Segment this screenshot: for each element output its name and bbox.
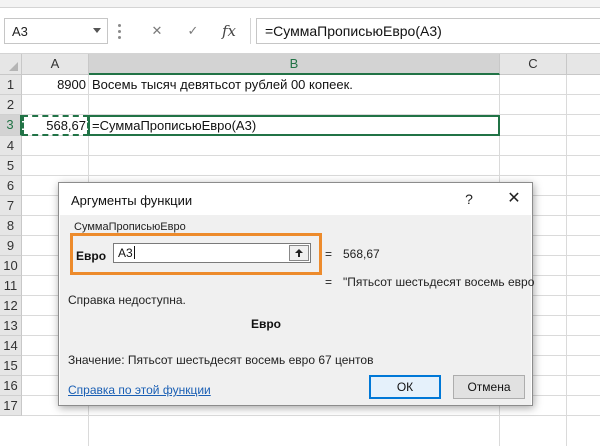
formula-value: Значение: Пятьсот шестьдесят восемь евро… xyxy=(68,353,374,367)
gridline xyxy=(22,155,600,156)
formula-input[interactable]: =СуммаПрописьюЕвро(A3) xyxy=(256,18,600,44)
cell-b1[interactable]: Восемь тысяч девятьсот рублей 00 копеек. xyxy=(89,75,499,95)
row-header[interactable]: 5 xyxy=(0,156,22,176)
gridline xyxy=(566,75,567,446)
select-all-button[interactable] xyxy=(0,54,22,75)
dialog-body: СуммаПрописьюЕвро Евро A3 = 568,67 = "Пя… xyxy=(60,215,535,405)
insert-function-button[interactable]: fx xyxy=(214,18,244,44)
formula-bar: A3 ✕ ✓ fx =СуммаПрописьюЕвро(A3) xyxy=(0,8,600,54)
row-header[interactable]: 15 xyxy=(0,356,22,376)
divider xyxy=(250,18,251,44)
gridline xyxy=(22,415,600,416)
row-header[interactable]: 6 xyxy=(0,176,22,196)
enter-formula-button[interactable]: ✓ xyxy=(178,18,208,44)
column-header-d[interactable] xyxy=(567,54,600,75)
row-header[interactable]: 16 xyxy=(0,376,22,396)
ribbon-strip xyxy=(0,0,600,8)
copy-marquee xyxy=(22,115,89,136)
dialog-title: Аргументы функции xyxy=(71,193,193,208)
function-arguments-dialog: Аргументы функции ? ✕ СуммаПрописьюЕвро … xyxy=(58,182,535,406)
help-unavailable-text: Справка недоступна. xyxy=(68,293,186,307)
cancel-button[interactable]: Отмена xyxy=(453,375,525,399)
fx-icon: fx xyxy=(221,22,236,40)
column-header-a[interactable]: A xyxy=(22,54,89,75)
name-box[interactable]: A3 xyxy=(4,18,108,44)
row-header[interactable]: 1 xyxy=(0,75,22,95)
close-icon[interactable]: ✕ xyxy=(503,189,525,209)
row-header[interactable]: 7 xyxy=(0,196,22,216)
argument-result: 568,67 xyxy=(343,247,380,261)
column-header-c[interactable]: C xyxy=(500,54,567,75)
row-header[interactable]: 9 xyxy=(0,236,22,256)
arrow-up-icon xyxy=(295,249,303,257)
equals-sign: = xyxy=(325,275,333,289)
function-name: СуммаПрописьюЕвро xyxy=(74,221,186,233)
row-header[interactable]: 2 xyxy=(0,95,22,115)
argument-input[interactable]: A3 xyxy=(113,243,311,263)
cancel-formula-button[interactable]: ✕ xyxy=(142,18,172,44)
row-header[interactable]: 10 xyxy=(0,256,22,276)
chevron-down-icon[interactable] xyxy=(93,28,101,33)
help-icon[interactable]: ? xyxy=(459,189,479,209)
row-header[interactable]: 14 xyxy=(0,336,22,356)
equals-sign: = xyxy=(325,247,333,261)
function-help-link[interactable]: Справка по этой функции xyxy=(68,383,211,397)
check-icon: ✓ xyxy=(187,23,199,38)
row-header[interactable]: 4 xyxy=(0,136,22,156)
argument-label: Евро xyxy=(76,249,107,263)
argument-description: Евро xyxy=(250,317,282,331)
column-header-b[interactable]: B xyxy=(89,54,500,75)
active-cell-border xyxy=(88,115,500,136)
row-header[interactable]: 17 xyxy=(0,396,22,416)
row-header[interactable]: 11 xyxy=(0,276,22,296)
function-result: "Пятьсот шестьдесят восемь евро xyxy=(343,275,535,289)
argument-value: A3 xyxy=(118,246,135,260)
row-header[interactable]: 13 xyxy=(0,316,22,336)
collapse-dialog-button[interactable] xyxy=(289,245,309,261)
cell-a1[interactable]: 8900 xyxy=(22,75,89,95)
row-header[interactable]: 12 xyxy=(0,296,22,316)
close-icon: ✕ xyxy=(151,23,163,38)
resize-handle-icon[interactable] xyxy=(118,24,122,40)
row-header[interactable]: 8 xyxy=(0,216,22,236)
name-box-value: A3 xyxy=(12,24,28,39)
row-header[interactable]: 3 xyxy=(0,115,22,136)
ok-button[interactable]: ОК xyxy=(369,375,441,399)
gridline xyxy=(22,175,600,176)
formula-text: =СуммаПрописьюЕвро(A3) xyxy=(265,23,442,39)
